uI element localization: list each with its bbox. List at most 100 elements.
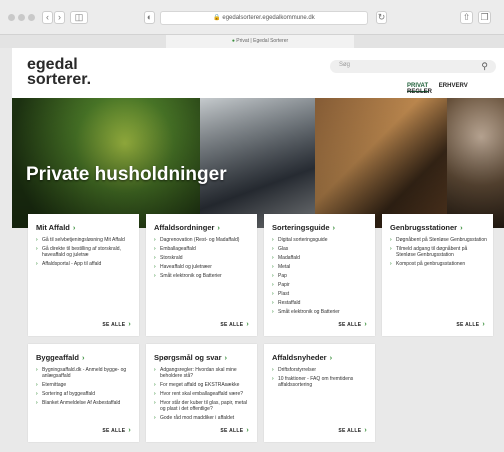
card-affaldsnyheder: Affaldsnyheder› Driftsforstyrrelser 10 f… <box>264 344 375 442</box>
card-title[interactable]: Byggeaffald › <box>36 353 84 362</box>
hero-banner: Private husholdninger <box>12 98 504 228</box>
card-link[interactable]: Adgangsregler: Hvordan skal mine beholde… <box>154 367 251 379</box>
card-link[interactable]: Affaldsportal - App til affald <box>36 261 133 267</box>
favicon-icon: ● <box>231 38 235 44</box>
card-affaldsordninger: Affaldsordninger› Dagrenovation (Rest- o… <box>146 214 257 336</box>
tabs-overview-icon[interactable]: ❐ <box>478 11 491 24</box>
card-link[interactable]: Metal <box>272 264 369 270</box>
card-link[interactable]: Gode råd mod maddiker i affaldet <box>154 415 251 421</box>
chevron-right-icon: › <box>246 321 249 328</box>
back-button[interactable]: ‹ <box>42 11 53 24</box>
close-window-icon[interactable] <box>8 14 15 21</box>
card-link[interactable]: Emballageaffald <box>154 246 251 252</box>
card-link[interactable]: Småt elektronik og Batterier <box>154 273 251 279</box>
card-link[interactable]: Blanket Anmeldelse Af Asbestaffald <box>36 400 133 406</box>
see-all-link[interactable]: SE ALLE › <box>102 321 131 328</box>
lock-icon: 🔒 <box>213 15 221 21</box>
card-title[interactable]: Affaldsordninger › <box>154 223 220 232</box>
logo-line-1: egedal <box>27 56 78 73</box>
chevron-right-icon: › <box>460 223 463 232</box>
chevron-right-icon: › <box>217 223 220 232</box>
card-links: Digital sorteringsguide Glas Madaffald M… <box>272 237 369 318</box>
chevron-right-icon: › <box>128 321 131 328</box>
card-link[interactable]: Haveaffald og juletræer <box>154 264 251 270</box>
card-genbrugsstationer: Genbrugsstationer› Døgnåbent på Stenløse… <box>382 214 493 336</box>
card-link[interactable]: Hvor står der kuber til glas, papir, met… <box>154 400 251 412</box>
logo-line-2: sorterer. <box>27 71 92 88</box>
card-link[interactable]: Gå til selvbetjeningsløsning Mit Affald <box>36 237 133 243</box>
url-text: egedalsorterer.egedalkommune.dk <box>222 15 315 21</box>
see-all-link[interactable]: SE ALLE › <box>338 427 367 434</box>
see-all-link[interactable]: SE ALLE › <box>220 321 249 328</box>
card-title[interactable]: Spørgsmål og svar › <box>154 353 227 362</box>
card-byggeaffald: Byggeaffald› Bygningsaffald.dk - Anmeld … <box>28 344 139 442</box>
card-links: Døgnåbent på Stenløse Genbrugsstation Ti… <box>390 237 487 270</box>
card-link[interactable]: Pap <box>272 273 369 279</box>
browser-chrome: ‹ › ◫ ◐ 🔒 egedalsorterer.egedalkommune.d… <box>0 0 504 48</box>
card-link[interactable]: Storskrald <box>154 255 251 261</box>
card-link[interactable]: Tilmeld adgang til døgnåbent på Stenløse… <box>390 246 487 258</box>
tab-privat[interactable]: ● Privat | Egedal Sorterer <box>166 35 354 48</box>
card-title[interactable]: Sorteringsguide › <box>272 223 335 232</box>
card-title[interactable]: Genbrugsstationer › <box>390 223 463 232</box>
chevron-right-icon: › <box>364 427 367 434</box>
hero-title: Private husholdninger <box>26 164 227 185</box>
card-link[interactable]: Hvor rent skal emballageaffald være? <box>154 391 251 397</box>
see-all-link[interactable]: SE ALLE › <box>102 427 131 434</box>
card-link[interactable]: Glas <box>272 246 369 252</box>
card-title[interactable]: Affaldsnyheder › <box>272 353 332 362</box>
see-all-link[interactable]: SE ALLE › <box>338 321 367 328</box>
see-all-link[interactable]: SE ALLE › <box>220 427 249 434</box>
chevron-right-icon: › <box>246 427 249 434</box>
url-bar[interactable]: 🔒 egedalsorterer.egedalkommune.dk <box>160 11 368 25</box>
site-logo[interactable]: egedal sorterer. <box>27 56 92 88</box>
card-link[interactable]: Restaffald <box>272 300 369 306</box>
chevron-right-icon: › <box>482 321 485 328</box>
nav-erhverv[interactable]: ERHVERV <box>439 83 468 89</box>
tab-title: Privat | Egedal Sorterer <box>236 38 289 44</box>
nav-regler[interactable]: REGLER <box>407 89 432 95</box>
card-link[interactable]: Sortering af byggeaffald <box>36 391 133 397</box>
card-link[interactable]: Madaffald <box>272 255 369 261</box>
card-link[interactable]: 10 fraktioner - FAQ om fremtidens affald… <box>272 376 369 388</box>
chevron-right-icon: › <box>81 353 85 362</box>
card-spoergsmaal-og-svar: Spørgsmål og svar› Adgangsregler: Hvorda… <box>146 344 257 442</box>
minimize-window-icon[interactable] <box>18 14 25 21</box>
card-link[interactable]: Papir <box>272 282 369 288</box>
card-link[interactable]: For meget affald og EKSTRAsække <box>154 382 251 388</box>
card-link[interactable]: Bygningsaffald.dk - Anmeld bygge- og anl… <box>36 367 133 379</box>
hero-overlay <box>12 98 504 228</box>
card-links: Adgangsregler: Hvordan skal mine beholde… <box>154 367 251 424</box>
card-link[interactable]: Dagrenovation (Rest- og Madaffald) <box>154 237 251 243</box>
search-icon[interactable]: ⚲ <box>481 61 488 72</box>
chevron-right-icon: › <box>72 223 76 232</box>
card-links: Driftsforstyrrelser 10 fraktioner - FAQ … <box>272 367 369 391</box>
card-link[interactable]: Digital sorteringsguide <box>272 237 369 243</box>
card-link[interactable]: Driftsforstyrrelser <box>272 367 369 373</box>
card-mit-affald: Mit Affald› Gå til selvbetjeningsløsning… <box>28 214 139 336</box>
search-input[interactable]: Søg ⚲ <box>330 60 496 73</box>
shield-icon[interactable]: ◐ <box>144 11 155 24</box>
card-links: Gå til selvbetjeningsløsning Mit Affald … <box>36 237 133 270</box>
chevron-right-icon: › <box>364 321 367 328</box>
card-links: Bygningsaffald.dk - Anmeld bygge- og anl… <box>36 367 133 409</box>
card-link[interactable]: Kompost på genbrugsstationen <box>390 261 487 267</box>
card-link[interactable]: Plast <box>272 291 369 297</box>
card-title[interactable]: Mit Affald › <box>36 223 75 232</box>
site-header: egedal sorterer. Søg ⚲ PRIVAT ERHVERV RE… <box>12 48 504 98</box>
share-icon[interactable]: ⇧ <box>460 11 473 24</box>
card-link[interactable]: Døgnåbent på Stenløse Genbrugsstation <box>390 237 487 243</box>
chevron-right-icon: › <box>128 427 131 434</box>
card-sorteringsguide: Sorteringsguide› Digital sorteringsguide… <box>264 214 375 336</box>
sidebar-toggle-icon[interactable]: ◫ <box>70 11 88 24</box>
card-link[interactable]: Gå direkte til bestilling af storskrald,… <box>36 246 133 258</box>
card-link[interactable]: Eternittage <box>36 382 133 388</box>
maximize-window-icon[interactable] <box>28 14 35 21</box>
reload-icon[interactable]: ↻ <box>376 11 387 24</box>
card-links: Dagrenovation (Rest- og Madaffald) Embal… <box>154 237 251 282</box>
forward-button[interactable]: › <box>54 11 65 24</box>
chevron-right-icon: › <box>329 353 333 362</box>
card-link[interactable]: Småt elektronik og Batterier <box>272 309 369 315</box>
see-all-link[interactable]: SE ALLE › <box>456 321 485 328</box>
main-nav: PRIVAT ERHVERV REGLER <box>407 83 504 95</box>
